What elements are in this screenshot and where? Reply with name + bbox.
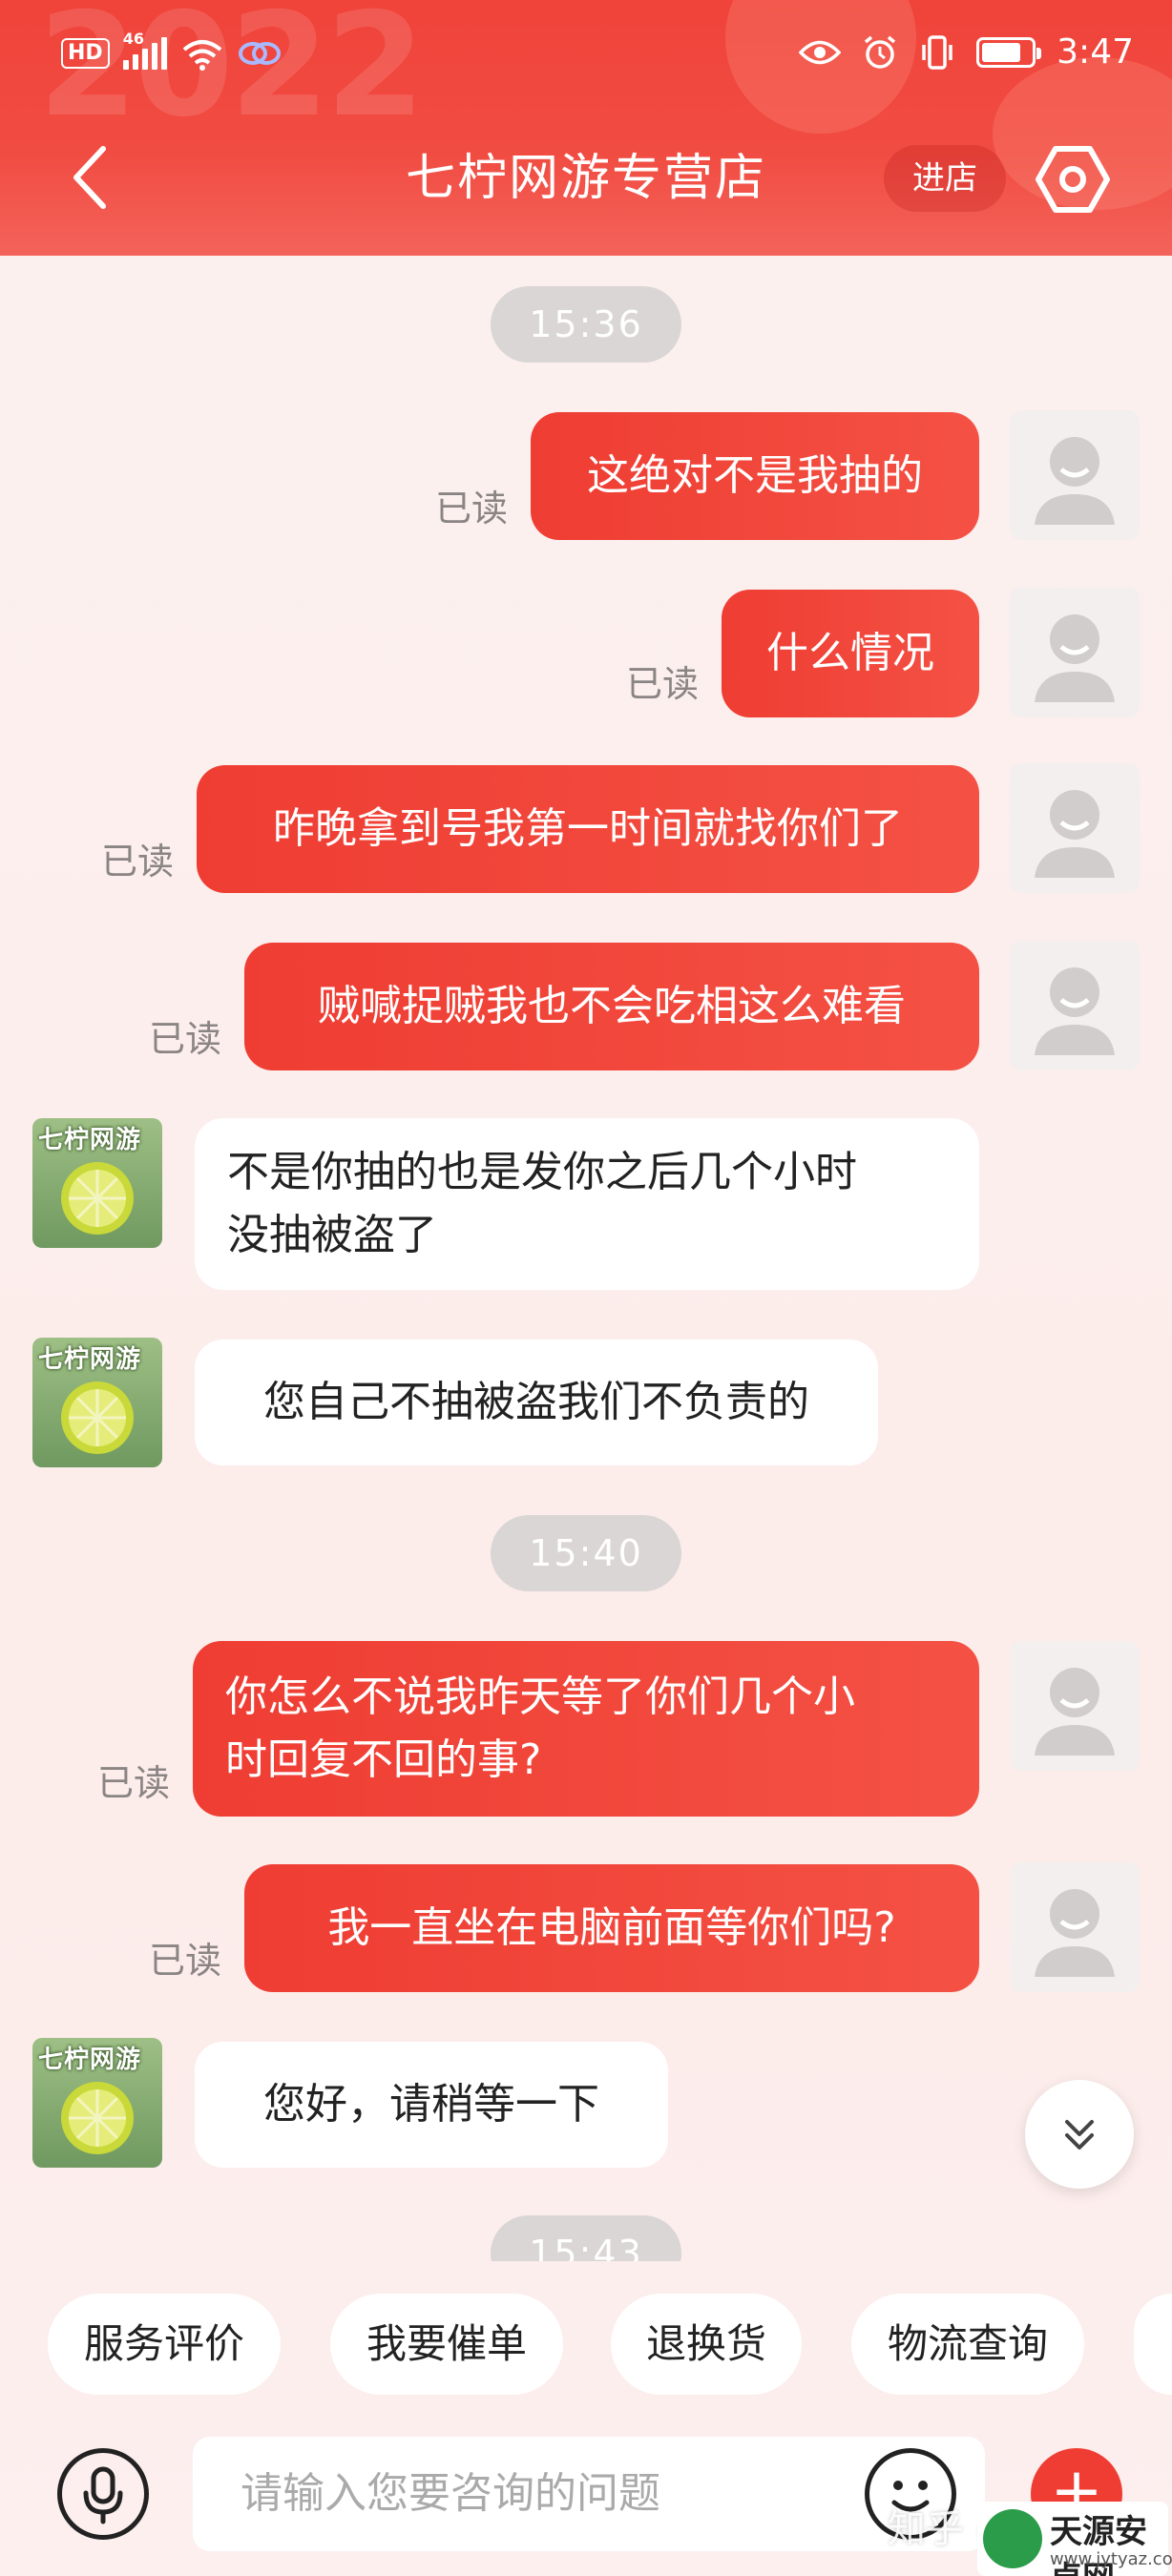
timestamp-pill: 15:43 — [491, 2215, 681, 2261]
user-avatar-icon — [1035, 614, 1115, 702]
message-text: 贼喊捉贼我也不会吃相这么难看 — [318, 982, 906, 1030]
settings-hexagon-icon[interactable] — [1035, 143, 1111, 216]
read-receipt: 已读 — [101, 841, 175, 883]
lime-icon — [61, 1381, 134, 1454]
quick-action-more[interactable] — [1134, 2294, 1172, 2395]
user-avatar-icon — [1035, 967, 1115, 1055]
read-receipt: 已读 — [435, 488, 509, 530]
message-text: 昨晚拿到号我第一时间就找你们了 — [273, 804, 903, 853]
message-text: 您好，请稍等一下 — [263, 2080, 599, 2129]
outgoing-message[interactable]: 你怎么不说我昨天等了你们几个小 时回复不回的事? — [193, 1641, 979, 1817]
link-icon — [238, 42, 281, 65]
incoming-message[interactable]: 您自己不抽被盗我们不负责的 — [195, 1340, 878, 1465]
my-avatar[interactable] — [1010, 410, 1140, 540]
voice-button[interactable] — [57, 2448, 149, 2540]
brand-url: www.jytyaz.com — [1050, 2549, 1172, 2569]
brand-logo-icon — [983, 2509, 1042, 2568]
eye-icon — [799, 40, 842, 64]
shop-avatar[interactable]: 七柠网游 — [32, 1118, 162, 1248]
clock: 3:47 — [1057, 32, 1134, 72]
alarm-icon — [865, 35, 896, 69]
quick-action-urge-order[interactable]: 我要催单 — [330, 2294, 563, 2395]
my-avatar[interactable] — [1010, 941, 1140, 1070]
vibrate-icon — [922, 34, 952, 70]
my-avatar[interactable] — [1010, 588, 1140, 717]
hd-indicator: HD — [61, 38, 110, 69]
read-receipt: 已读 — [97, 1762, 171, 1804]
message-text: 我一直坐在电脑前面等你们吗? — [327, 1903, 896, 1952]
my-avatar[interactable] — [1010, 763, 1140, 893]
message-text-line: 时回复不回的事? — [225, 1735, 542, 1784]
my-avatar[interactable] — [1010, 1641, 1140, 1771]
timestamp-pill: 15:40 — [491, 1515, 681, 1591]
brand-watermark: 天源安卓网 www.jytyaz.com — [977, 2502, 1172, 2576]
outgoing-message[interactable]: 昨晚拿到号我第一时间就找你们了 — [197, 765, 979, 893]
outgoing-message[interactable]: 这绝对不是我抽的 — [531, 412, 979, 540]
status-bar: HD 46 3:47 — [0, 0, 1172, 114]
outgoing-message[interactable]: 贼喊捉贼我也不会吃相这么难看 — [244, 943, 979, 1070]
message-text: 这绝对不是我抽的 — [587, 451, 923, 500]
outgoing-message[interactable]: 我一直坐在电脑前面等你们吗? — [244, 1864, 979, 1992]
cellular-signal-icon: 46 — [122, 30, 167, 70]
shop-avatar[interactable]: 七柠网游 — [32, 2038, 162, 2168]
read-receipt: 已读 — [149, 1018, 222, 1060]
header: 2022 HD 46 3:47 七柠网游专营店 进店 — [0, 0, 1172, 256]
quick-action-return-exchange[interactable]: 退换货 — [611, 2294, 802, 2395]
user-avatar-icon — [1035, 790, 1115, 878]
message-text: 什么情况 — [766, 629, 934, 677]
user-avatar-icon — [1035, 437, 1115, 525]
lime-icon — [61, 2082, 134, 2154]
user-avatar-icon — [1035, 1889, 1115, 1977]
message-text: 您自己不抽被盗我们不负责的 — [263, 1378, 809, 1426]
message-text-line: 不是你抽的也是发你之后几个小时 — [227, 1148, 857, 1196]
chat-screen: 2022 HD 46 3:47 七柠网游专营店 进店 15:36 已读 这绝对不… — [0, 0, 1172, 2576]
enter-store-button[interactable]: 进店 — [884, 145, 1006, 212]
message-text-line: 你怎么不说我昨天等了你们几个小 — [225, 1672, 855, 1721]
read-receipt: 已读 — [626, 663, 700, 705]
wifi-icon — [182, 40, 221, 71]
battery-icon — [976, 36, 1042, 68]
quick-action-logistics[interactable]: 物流查询 — [851, 2294, 1084, 2395]
read-receipt: 已读 — [149, 1940, 222, 1982]
incoming-message[interactable]: 不是你抽的也是发你之后几个小时 没抽被盗了 — [195, 1118, 979, 1290]
quick-action-service-rating[interactable]: 服务评价 — [48, 2294, 281, 2395]
microphone-icon — [83, 2466, 123, 2524]
timestamp-pill: 15:36 — [491, 286, 681, 363]
user-avatar-icon — [1035, 1668, 1115, 1755]
shop-avatar[interactable]: 七柠网游 — [32, 1338, 162, 1467]
message-text-line: 没抽被盗了 — [227, 1211, 437, 1259]
outgoing-message[interactable]: 什么情况 — [722, 590, 979, 717]
clipped-area: 15:43 — [0, 2213, 1172, 2261]
double-chevron-down-icon — [1065, 2120, 1094, 2150]
lime-icon — [61, 1162, 134, 1235]
scroll-to-bottom-button[interactable] — [1025, 2080, 1134, 2189]
incoming-message[interactable]: 您好，请稍等一下 — [195, 2042, 668, 2168]
network-type: 46 — [122, 30, 144, 48]
my-avatar[interactable] — [1010, 1862, 1140, 1992]
